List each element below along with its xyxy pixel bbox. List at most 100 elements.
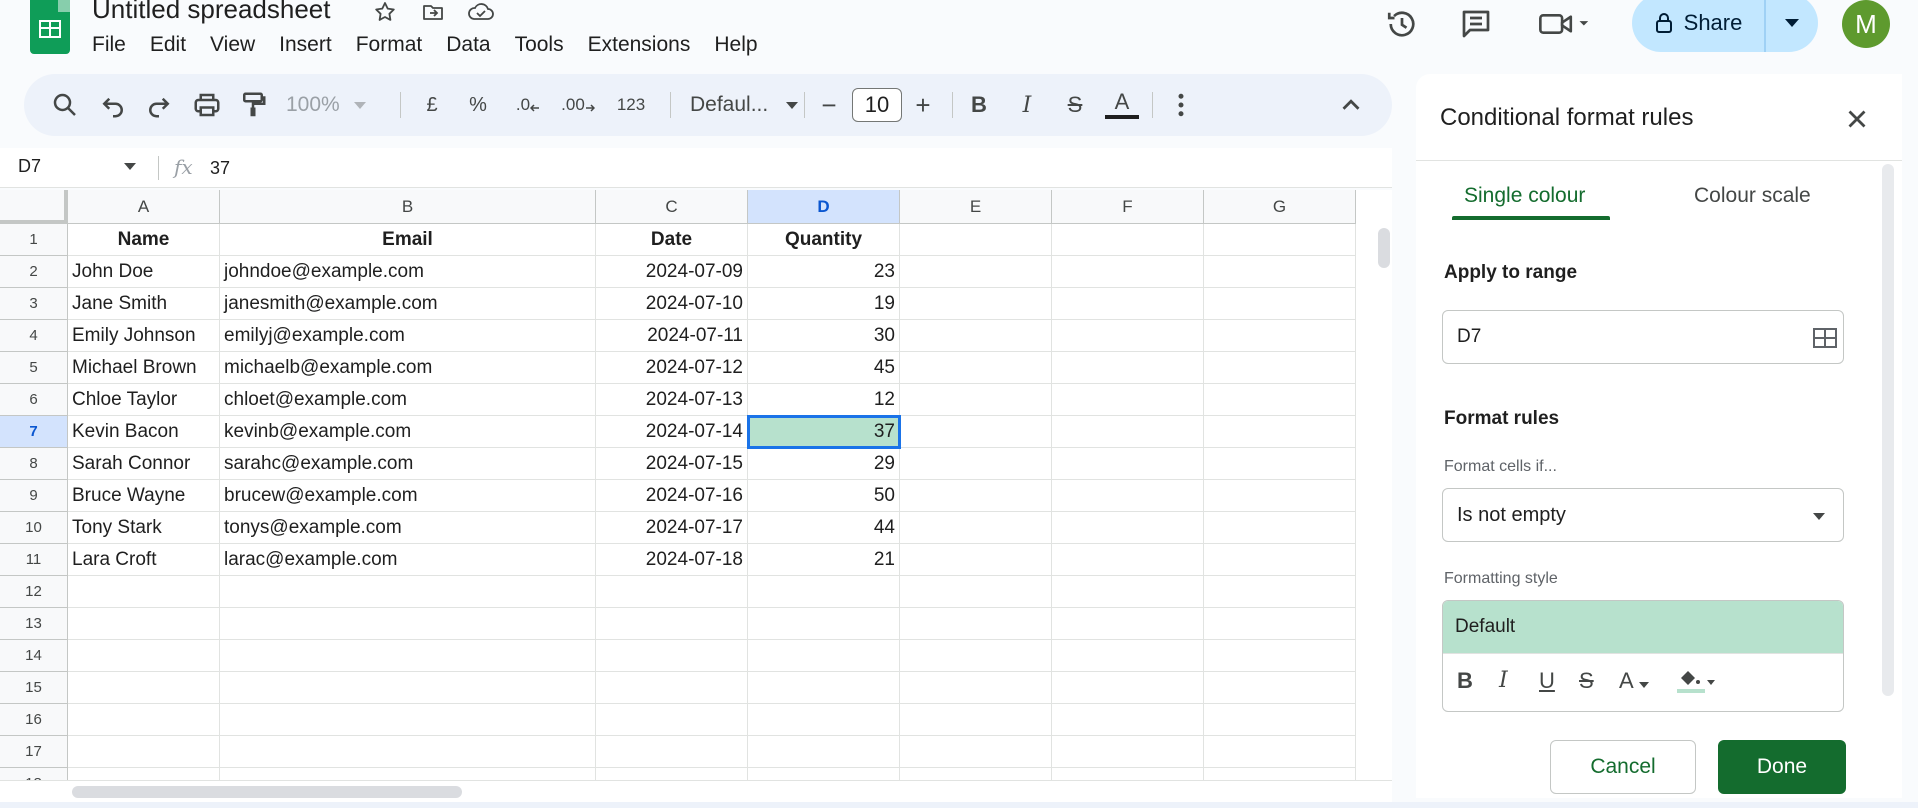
user-avatar[interactable]: M: [1842, 0, 1890, 48]
cell-g14[interactable]: [1204, 640, 1356, 672]
cell-d8[interactable]: 29: [748, 448, 900, 480]
cell-d13[interactable]: [748, 608, 900, 640]
cell-f6[interactable]: [1052, 384, 1204, 416]
cell-b1[interactable]: Email: [220, 224, 596, 256]
style-italic-button[interactable]: I: [1499, 668, 1508, 693]
cell-d9[interactable]: 50: [748, 480, 900, 512]
select-all-corner[interactable]: [0, 190, 68, 224]
cell-d1[interactable]: Quantity: [748, 224, 900, 256]
tab-colour-scale[interactable]: Colour scale: [1694, 184, 1811, 208]
horizontal-scrollbar[interactable]: [72, 786, 462, 798]
cell-e5[interactable]: [900, 352, 1052, 384]
panel-scrollbar[interactable]: [1882, 164, 1894, 696]
cell-g8[interactable]: [1204, 448, 1356, 480]
cell-d6[interactable]: 12: [748, 384, 900, 416]
undo-icon[interactable]: [98, 88, 128, 122]
cell-a5[interactable]: Michael Brown: [68, 352, 220, 384]
row-header-6[interactable]: 6: [0, 384, 68, 416]
cell-a18[interactable]: [68, 768, 220, 780]
cell-f8[interactable]: [1052, 448, 1204, 480]
star-icon[interactable]: [372, 0, 398, 24]
cell-d10[interactable]: 44: [748, 512, 900, 544]
format-currency-button[interactable]: £: [418, 88, 446, 122]
cell-g17[interactable]: [1204, 736, 1356, 768]
cell-b6[interactable]: chloet@example.com: [220, 384, 596, 416]
cell-e13[interactable]: [900, 608, 1052, 640]
cell-d2[interactable]: 23: [748, 256, 900, 288]
row-header-4[interactable]: 4: [0, 320, 68, 352]
cell-d14[interactable]: [748, 640, 900, 672]
increase-decimal-button[interactable]: .00: [554, 88, 602, 122]
cell-d3[interactable]: 19: [748, 288, 900, 320]
cell-e17[interactable]: [900, 736, 1052, 768]
cell-g15[interactable]: [1204, 672, 1356, 704]
row-header-8[interactable]: 8: [0, 448, 68, 480]
formula-input[interactable]: 37: [210, 158, 230, 179]
cell-f3[interactable]: [1052, 288, 1204, 320]
decrease-decimal-button[interactable]: .0: [508, 88, 548, 122]
cell-e18[interactable]: [900, 768, 1052, 780]
row-header-13[interactable]: 13: [0, 608, 68, 640]
cell-c12[interactable]: [596, 576, 748, 608]
cell-b4[interactable]: emilyj@example.com: [220, 320, 596, 352]
document-title[interactable]: Untitled spreadsheet: [92, 0, 330, 25]
tab-single-colour[interactable]: Single colour: [1464, 184, 1585, 208]
more-vert-icon[interactable]: [1166, 88, 1196, 122]
row-header-2[interactable]: 2: [0, 256, 68, 288]
cell-b2[interactable]: johndoe@example.com: [220, 256, 596, 288]
row-header-5[interactable]: 5: [0, 352, 68, 384]
cell-g10[interactable]: [1204, 512, 1356, 544]
cell-d12[interactable]: [748, 576, 900, 608]
cell-d15[interactable]: [748, 672, 900, 704]
cell-f4[interactable]: [1052, 320, 1204, 352]
cell-b12[interactable]: [220, 576, 596, 608]
row-header-10[interactable]: 10: [0, 512, 68, 544]
row-header-14[interactable]: 14: [0, 640, 68, 672]
cell-f9[interactable]: [1052, 480, 1204, 512]
cell-g4[interactable]: [1204, 320, 1356, 352]
row-header-3[interactable]: 3: [0, 288, 68, 320]
format-percent-button[interactable]: %: [464, 88, 492, 122]
style-bold-button[interactable]: B: [1457, 668, 1473, 694]
cell-b14[interactable]: [220, 640, 596, 672]
cell-c9[interactable]: 2024-07-16: [596, 480, 748, 512]
cell-d16[interactable]: [748, 704, 900, 736]
menu-file[interactable]: File: [92, 33, 138, 57]
cell-c11[interactable]: 2024-07-18: [596, 544, 748, 576]
select-range-icon[interactable]: [1813, 328, 1837, 348]
cell-d4[interactable]: 30: [748, 320, 900, 352]
cell-f18[interactable]: [1052, 768, 1204, 780]
row-header-7[interactable]: 7: [0, 416, 68, 448]
cell-g18[interactable]: [1204, 768, 1356, 780]
share-button[interactable]: Share: [1632, 0, 1766, 52]
menu-view[interactable]: View: [210, 33, 267, 57]
sheets-logo-icon[interactable]: [30, 0, 70, 54]
print-icon[interactable]: [192, 88, 222, 122]
cell-a4[interactable]: Emily Johnson: [68, 320, 220, 352]
cell-g6[interactable]: [1204, 384, 1356, 416]
cell-e7[interactable]: [900, 416, 1052, 448]
cell-a1[interactable]: Name: [68, 224, 220, 256]
cell-c2[interactable]: 2024-07-09: [596, 256, 748, 288]
redo-icon[interactable]: [144, 88, 174, 122]
version-history-icon[interactable]: [1384, 6, 1420, 42]
cell-b9[interactable]: brucew@example.com: [220, 480, 596, 512]
row-header-17[interactable]: 17: [0, 736, 68, 768]
bold-button[interactable]: B: [964, 88, 994, 122]
cell-a7[interactable]: Kevin Bacon: [68, 416, 220, 448]
cell-e4[interactable]: [900, 320, 1052, 352]
cell-a17[interactable]: [68, 736, 220, 768]
vertical-scrollbar[interactable]: [1378, 228, 1390, 268]
cell-f13[interactable]: [1052, 608, 1204, 640]
cell-g9[interactable]: [1204, 480, 1356, 512]
range-input[interactable]: D7: [1442, 310, 1844, 364]
cell-a12[interactable]: [68, 576, 220, 608]
cell-e12[interactable]: [900, 576, 1052, 608]
cell-g13[interactable]: [1204, 608, 1356, 640]
share-options-button[interactable]: [1766, 0, 1818, 52]
cell-c5[interactable]: 2024-07-12: [596, 352, 748, 384]
cell-e10[interactable]: [900, 512, 1052, 544]
cell-a6[interactable]: Chloe Taylor: [68, 384, 220, 416]
cell-f15[interactable]: [1052, 672, 1204, 704]
cell-c18[interactable]: [596, 768, 748, 780]
